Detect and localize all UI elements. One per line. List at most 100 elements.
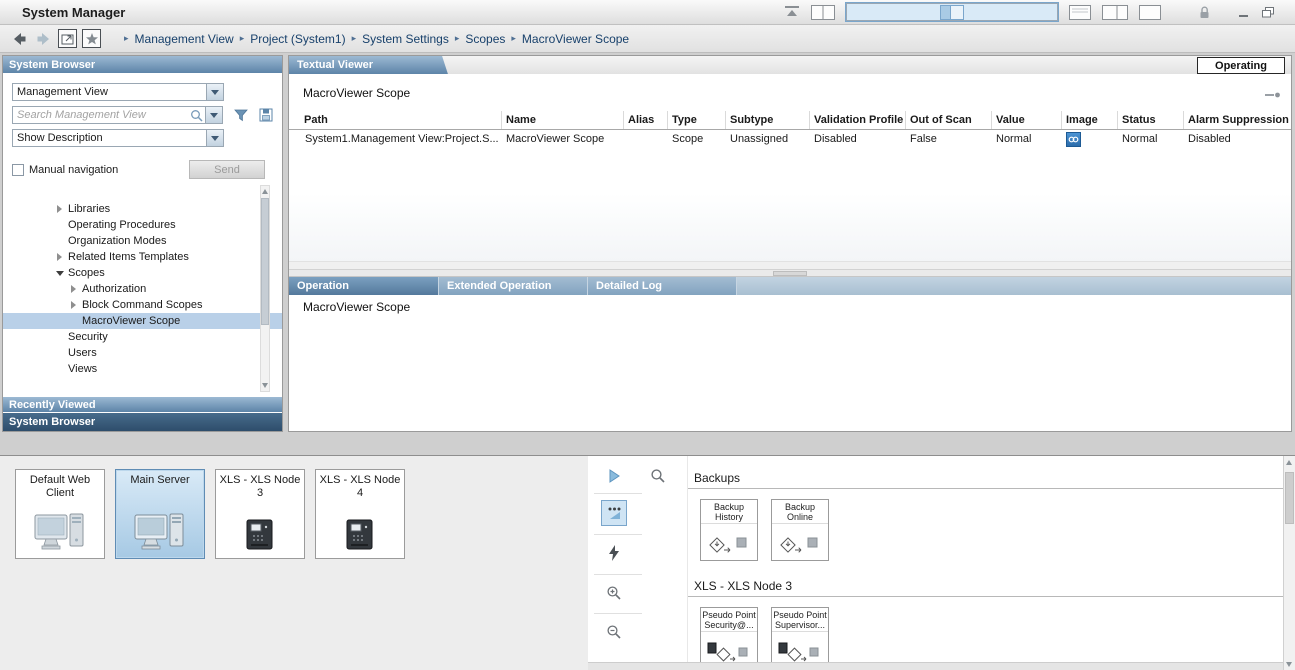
column-header-path[interactable]: Path	[289, 111, 501, 129]
toolbar-divider	[594, 534, 642, 535]
tree-item-organization-modes[interactable]: Organization Modes	[3, 233, 282, 249]
tab-extended-operation[interactable]: Extended Operation	[439, 277, 588, 295]
tile-backup-online[interactable]: Backup Online	[771, 499, 829, 561]
back-button[interactable]	[8, 28, 30, 50]
expand-icon-placeholder	[67, 315, 80, 327]
operation-object-title: MacroViewer Scope	[303, 300, 410, 314]
send-button[interactable]: Send	[189, 160, 265, 179]
tile-label: Pseudo Point Security@...	[701, 608, 757, 632]
system-browser-bottom-bar[interactable]: System Browser	[3, 412, 282, 431]
expand-icon[interactable]	[53, 251, 66, 263]
column-header-value[interactable]: Value	[991, 111, 1061, 129]
tree-item-macroviewer-scope[interactable]: MacroViewer Scope	[3, 313, 282, 329]
table-h-scrollbar[interactable]	[289, 261, 1291, 269]
table-row[interactable]: System1.Management View:Project.S... Mac…	[289, 130, 1291, 148]
link-icon[interactable]	[1066, 132, 1081, 147]
gallery-h-scrollbar[interactable]	[588, 662, 1283, 670]
node-tile-main-server[interactable]: Main Server	[115, 469, 205, 559]
tile-pseudo-point-security[interactable]: Pseudo Point Security@...	[700, 607, 758, 663]
float-view-button[interactable]	[58, 29, 77, 48]
tree-scrollbar[interactable]	[260, 185, 270, 392]
column-header-type[interactable]: Type	[667, 111, 725, 129]
expand-icon[interactable]	[67, 299, 80, 311]
node-tile-default-web-client[interactable]: Default Web Client	[15, 469, 105, 559]
tree-item-authorization[interactable]: Authorization	[3, 281, 282, 297]
chevron-down-icon[interactable]	[206, 84, 223, 100]
tab-operation[interactable]: Operation	[289, 277, 439, 295]
tile-pseudo-point-supervisor[interactable]: Pseudo Point Supervisor...	[771, 607, 829, 663]
manual-navigation-checkbox[interactable]	[12, 164, 24, 176]
tree-item-libraries[interactable]: Libraries	[3, 201, 282, 217]
description-selector[interactable]: Show Description	[12, 129, 224, 147]
collapse-icon[interactable]	[53, 267, 66, 279]
tab-detailed-log[interactable]: Detailed Log	[588, 277, 737, 295]
expand-icon[interactable]	[53, 203, 66, 215]
cell-image	[1061, 130, 1117, 148]
zoom-out-button[interactable]	[602, 620, 626, 644]
column-header-validation-profile[interactable]: Validation Profile	[809, 111, 905, 129]
restore-button[interactable]	[1261, 6, 1275, 19]
tree-item-users[interactable]: Users	[3, 345, 282, 361]
tree-item-scopes[interactable]: Scopes	[3, 265, 282, 281]
splitter-grip-icon[interactable]	[773, 271, 807, 276]
play-button[interactable]	[602, 464, 626, 488]
node-tile-xls-node-4[interactable]: XLS - XLS Node 4	[315, 469, 405, 559]
breadcrumb-item-system-settings[interactable]: System Settings	[362, 32, 449, 46]
pin-icon[interactable]	[1265, 88, 1281, 102]
column-header-status[interactable]: Status	[1117, 111, 1183, 129]
breadcrumb-item-macroviewer-scope[interactable]: MacroViewer Scope	[522, 32, 629, 46]
operating-button[interactable]: Operating	[1197, 57, 1285, 74]
filter-icon[interactable]	[234, 109, 248, 122]
tree-item-related-items-templates[interactable]: Related Items Templates	[3, 249, 282, 265]
view-selector-value: Management View	[13, 86, 206, 98]
tree-item-block-command-scopes[interactable]: Block Command Scopes	[3, 297, 282, 313]
node-tile-xls-node-3[interactable]: XLS - XLS Node 3	[215, 469, 305, 559]
system-browser-title: System Browser	[9, 59, 95, 71]
save-icon[interactable]	[259, 108, 273, 122]
recently-viewed-bar[interactable]: Recently Viewed	[3, 396, 282, 412]
tree-item-operating-procedures[interactable]: Operating Procedures	[3, 217, 282, 233]
section-rule	[688, 488, 1283, 489]
tree-item-views[interactable]: Views	[3, 361, 282, 377]
collapse-panels-icon[interactable]	[784, 5, 800, 19]
search-dropdown-icon[interactable]	[205, 107, 222, 123]
display-mode-button[interactable]	[601, 500, 627, 526]
tree-item-security[interactable]: Security	[3, 329, 282, 345]
favorites-button[interactable]	[82, 29, 101, 48]
breadcrumb-item-scopes[interactable]: Scopes	[465, 32, 505, 46]
search-button[interactable]	[646, 464, 670, 488]
column-header-image[interactable]: Image	[1061, 111, 1117, 129]
layout-split-icon[interactable]	[811, 5, 835, 20]
search-icon[interactable]	[190, 109, 203, 122]
column-header-alias[interactable]: Alias	[623, 111, 667, 129]
breadcrumb-item-management-view[interactable]: Management View	[135, 32, 234, 46]
column-header-out-of-scan[interactable]: Out of Scan	[905, 111, 991, 129]
zoom-in-icon	[606, 585, 622, 601]
view-selector[interactable]: Management View	[12, 83, 224, 101]
minimize-button[interactable]	[1238, 6, 1250, 18]
tile-backup-history[interactable]: Backup History	[700, 499, 758, 561]
tree-item-label: Users	[68, 347, 97, 359]
tab-textual-viewer[interactable]: Textual Viewer	[289, 56, 439, 74]
column-header-name[interactable]: Name	[501, 111, 623, 129]
system-browser-bottom-label: System Browser	[9, 416, 95, 428]
system-browser-tree: Libraries Operating Procedures Organizat…	[3, 183, 282, 396]
column-header-subtype[interactable]: Subtype	[725, 111, 809, 129]
expand-icon[interactable]	[67, 283, 80, 295]
layout-single-icon[interactable]	[1069, 5, 1091, 20]
column-header-alarm-suppression[interactable]: Alarm Suppression	[1183, 111, 1291, 129]
panel-splitter[interactable]	[289, 269, 1291, 277]
layout-browser-icon[interactable]	[846, 3, 1058, 21]
search-input[interactable]	[13, 108, 188, 122]
gallery-v-scrollbar[interactable]	[1283, 456, 1295, 670]
layout-dual-icon[interactable]	[1102, 5, 1128, 20]
breadcrumb-item-project[interactable]: Project (System1)	[250, 32, 345, 46]
device-icon	[343, 518, 377, 552]
actions-button[interactable]	[602, 541, 626, 565]
zoom-in-button[interactable]	[602, 581, 626, 605]
chevron-down-icon[interactable]	[206, 130, 223, 146]
forward-button[interactable]	[33, 28, 55, 50]
breadcrumb-separator-icon: ▸	[352, 33, 357, 44]
layout-blank-icon[interactable]	[1139, 5, 1161, 20]
textual-viewer-panel: Textual Viewer Operating MacroViewer Sco…	[288, 55, 1292, 432]
